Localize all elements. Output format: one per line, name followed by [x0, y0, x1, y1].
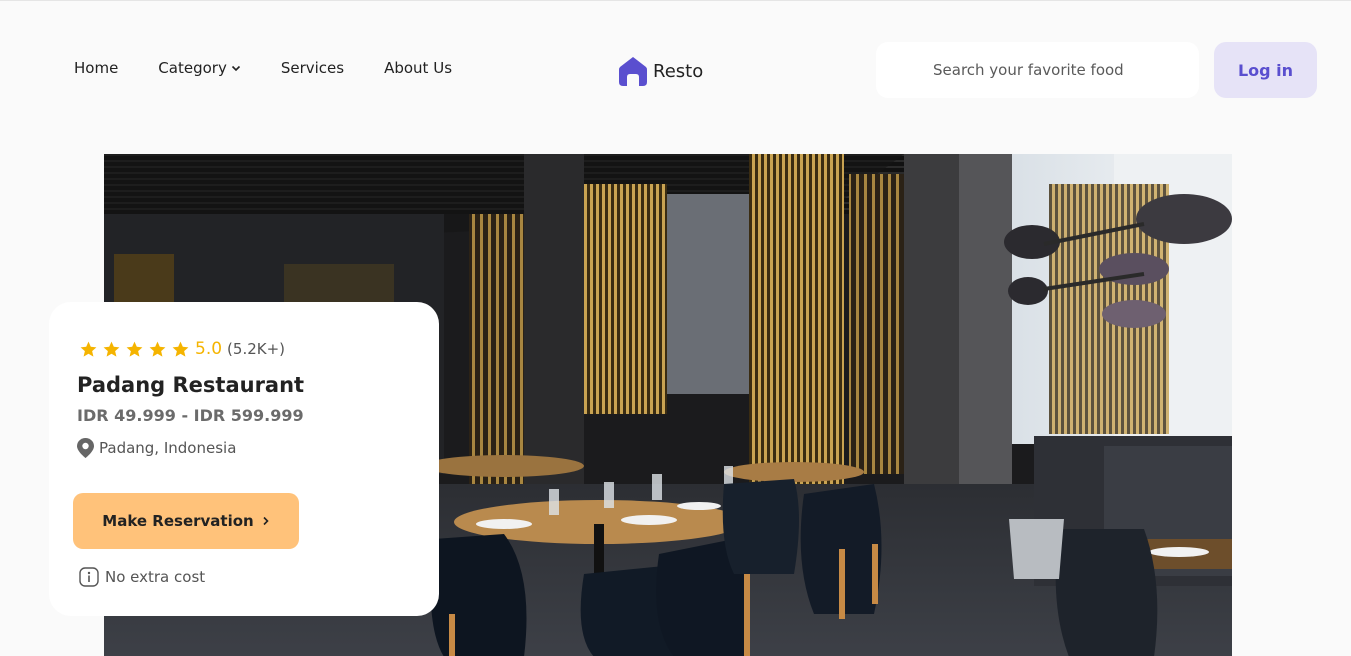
nav-about[interactable]: About Us: [384, 59, 452, 77]
nav-services[interactable]: Services: [281, 59, 344, 77]
search-box[interactable]: [876, 42, 1199, 98]
restaurant-card: 5.0 (5.2K+) Padang Restaurant IDR 49.999…: [49, 302, 439, 616]
main-nav: Home Category Services About Us: [74, 59, 452, 77]
rating-value: 5.0: [195, 339, 223, 359]
rating-count: (5.2K+): [227, 340, 286, 358]
search-input[interactable]: [933, 61, 1199, 79]
make-reservation-label: Make Reservation: [102, 512, 254, 530]
chevron-down-icon: [231, 65, 240, 72]
star-icon: [126, 341, 143, 357]
no-extra-cost-note: No extra cost: [79, 567, 205, 587]
nav-home[interactable]: Home: [74, 59, 118, 77]
note-text: No extra cost: [105, 568, 206, 586]
restaurant-name: Padang Restaurant: [77, 373, 305, 397]
location: Padang, Indonesia: [77, 438, 236, 458]
rating: 5.0 (5.2K+): [79, 339, 285, 359]
star-icon: [149, 341, 166, 357]
map-pin-icon: [77, 438, 94, 458]
info-icon: [79, 567, 99, 587]
brand-logo[interactable]: Resto: [619, 56, 703, 86]
star-icon: [80, 341, 97, 357]
login-button[interactable]: Log in: [1214, 42, 1317, 98]
brand-name: Resto: [653, 60, 704, 82]
location-text: Padang, Indonesia: [99, 439, 237, 457]
star-icon: [172, 341, 189, 357]
make-reservation-button[interactable]: Make Reservation: [73, 493, 299, 549]
nav-category[interactable]: Category: [158, 59, 241, 77]
nav-category-label: Category: [158, 59, 227, 77]
chevron-right-icon: [263, 516, 269, 526]
price-range: IDR 49.999 - IDR 599.999: [77, 406, 304, 425]
star-icon: [103, 341, 120, 357]
home-icon: [619, 57, 647, 86]
